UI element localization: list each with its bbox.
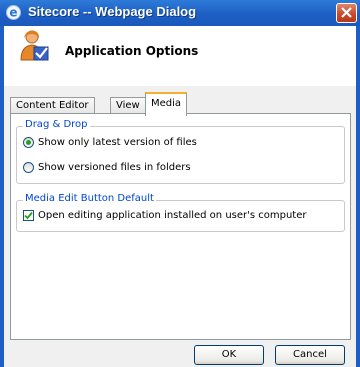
checkbox-open-editing-app[interactable] <box>23 210 34 221</box>
drag-drop-legend: Drag & Drop <box>23 119 90 130</box>
tab-media[interactable]: Media <box>145 92 188 116</box>
media-edit-legend: Media Edit Button Default <box>23 193 156 204</box>
option-latest-version[interactable]: Show only latest version of files <box>23 137 197 148</box>
option-open-editing-app[interactable]: Open editing application installed on us… <box>23 210 307 221</box>
svg-text:e: e <box>9 6 17 20</box>
user-settings-icon <box>20 30 49 61</box>
tab-content-editor[interactable]: Content Editor <box>10 97 95 114</box>
media-tab-panel: Drag & Drop Show only latest version of … <box>10 113 351 340</box>
title-bar[interactable]: e Sitecore -- Webpage Dialog <box>0 0 360 27</box>
close-icon <box>341 7 352 18</box>
checkmark-icon <box>24 211 33 220</box>
ok-button[interactable]: OK <box>194 345 264 365</box>
radio-latest-version[interactable] <box>23 137 34 148</box>
window-title: Sitecore -- Webpage Dialog <box>28 4 197 19</box>
ie-icon: e <box>6 5 21 20</box>
cancel-button[interactable]: Cancel <box>275 345 345 365</box>
option-versioned-files-label[interactable]: Show versioned files in folders <box>38 162 191 173</box>
radio-versioned-files[interactable] <box>23 162 34 173</box>
drag-drop-group: Drag & Drop Show only latest version of … <box>16 119 345 184</box>
tab-view[interactable]: View <box>110 97 146 114</box>
page-title: Application Options <box>65 44 199 58</box>
option-latest-version-label[interactable]: Show only latest version of files <box>38 137 197 148</box>
option-open-editing-app-label[interactable]: Open editing application installed on us… <box>38 210 307 221</box>
window-frame-right <box>356 26 360 367</box>
close-button[interactable] <box>336 3 357 23</box>
dialog-window: e Sitecore -- Webpage Dialog Application… <box>0 0 360 367</box>
media-edit-button-group: Media Edit Button Default Open editing a… <box>16 193 345 232</box>
option-versioned-files[interactable]: Show versioned files in folders <box>23 162 191 173</box>
